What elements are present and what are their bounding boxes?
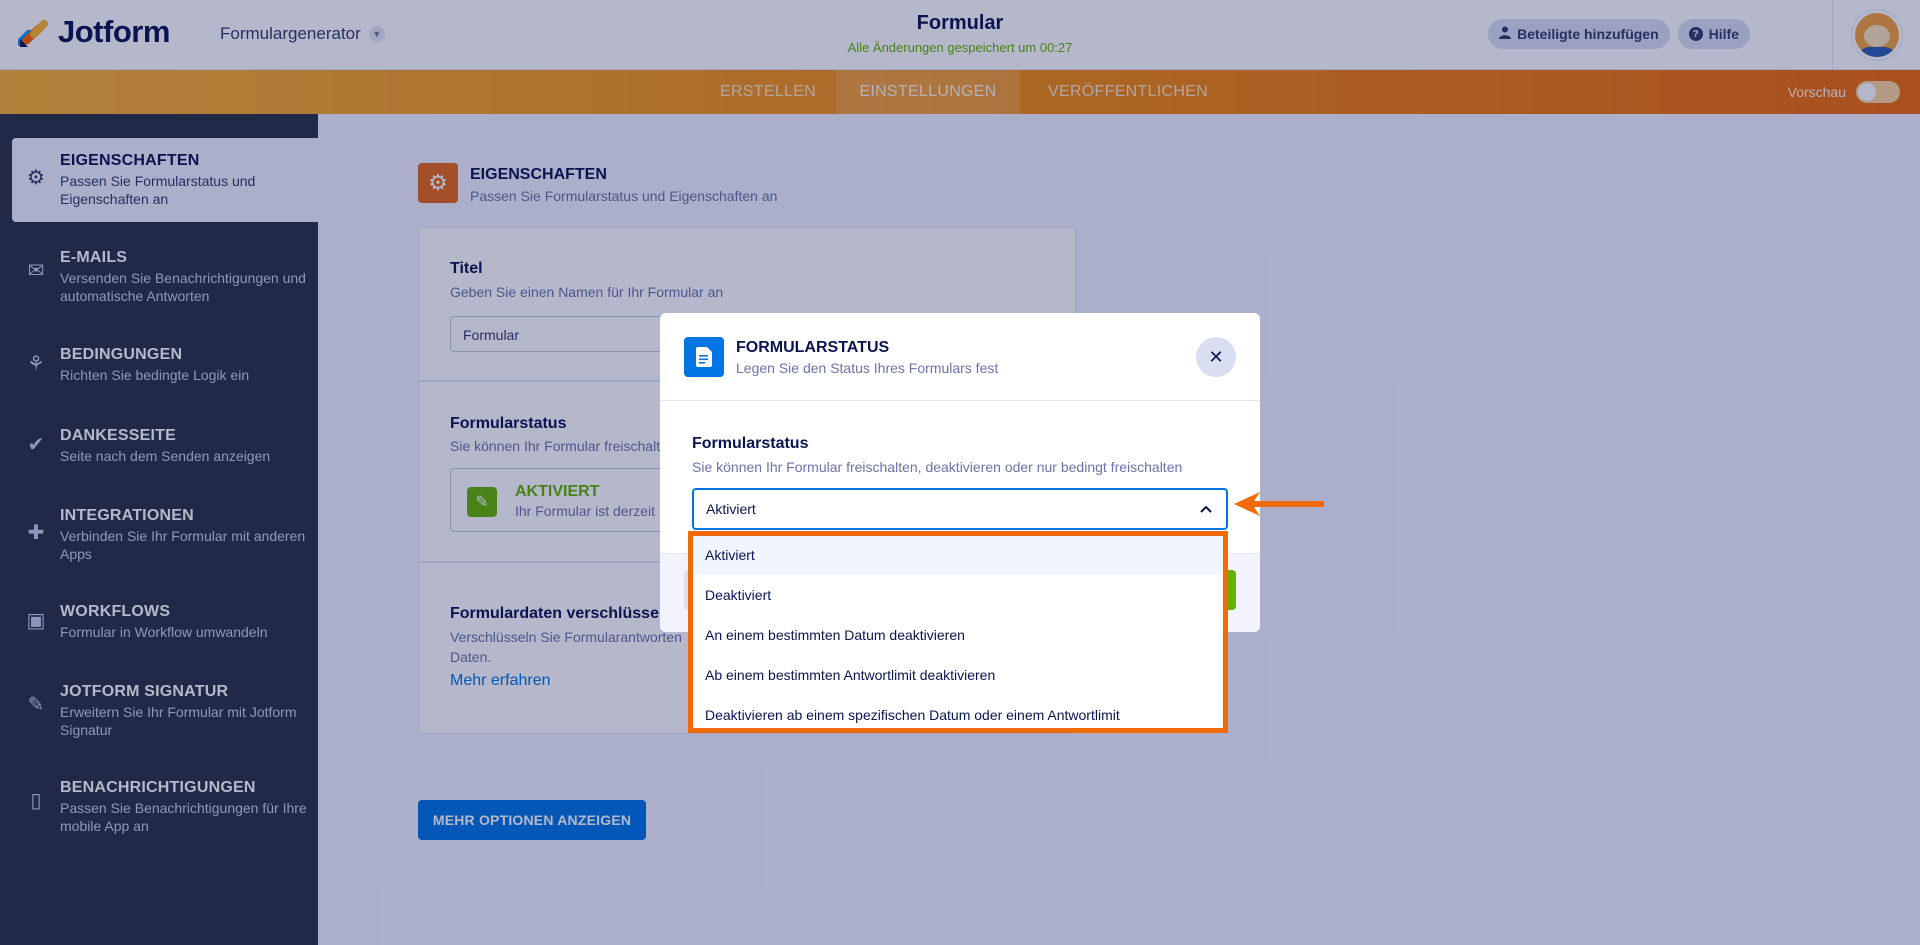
modal-title: FORMULARSTATUS xyxy=(736,339,890,356)
field-desc: Sie können Ihr Formular freischalten, de… xyxy=(692,459,1183,475)
modal-header: FORMULARSTATUS Legen Sie den Status Ihre… xyxy=(660,313,1260,401)
chevron-up-icon xyxy=(1200,490,1212,528)
form-status-select[interactable]: Aktiviert xyxy=(692,488,1228,530)
annotation-arrow-icon xyxy=(1234,492,1324,516)
field-label: Formularstatus xyxy=(692,435,809,452)
close-icon: ✕ xyxy=(1208,346,1224,367)
highlight-box xyxy=(688,531,1228,733)
document-icon xyxy=(684,337,724,377)
close-button[interactable]: ✕ xyxy=(1196,337,1236,377)
select-value: Aktiviert xyxy=(706,501,756,517)
modal-subtitle: Legen Sie den Status Ihres Formulars fes… xyxy=(736,360,999,376)
